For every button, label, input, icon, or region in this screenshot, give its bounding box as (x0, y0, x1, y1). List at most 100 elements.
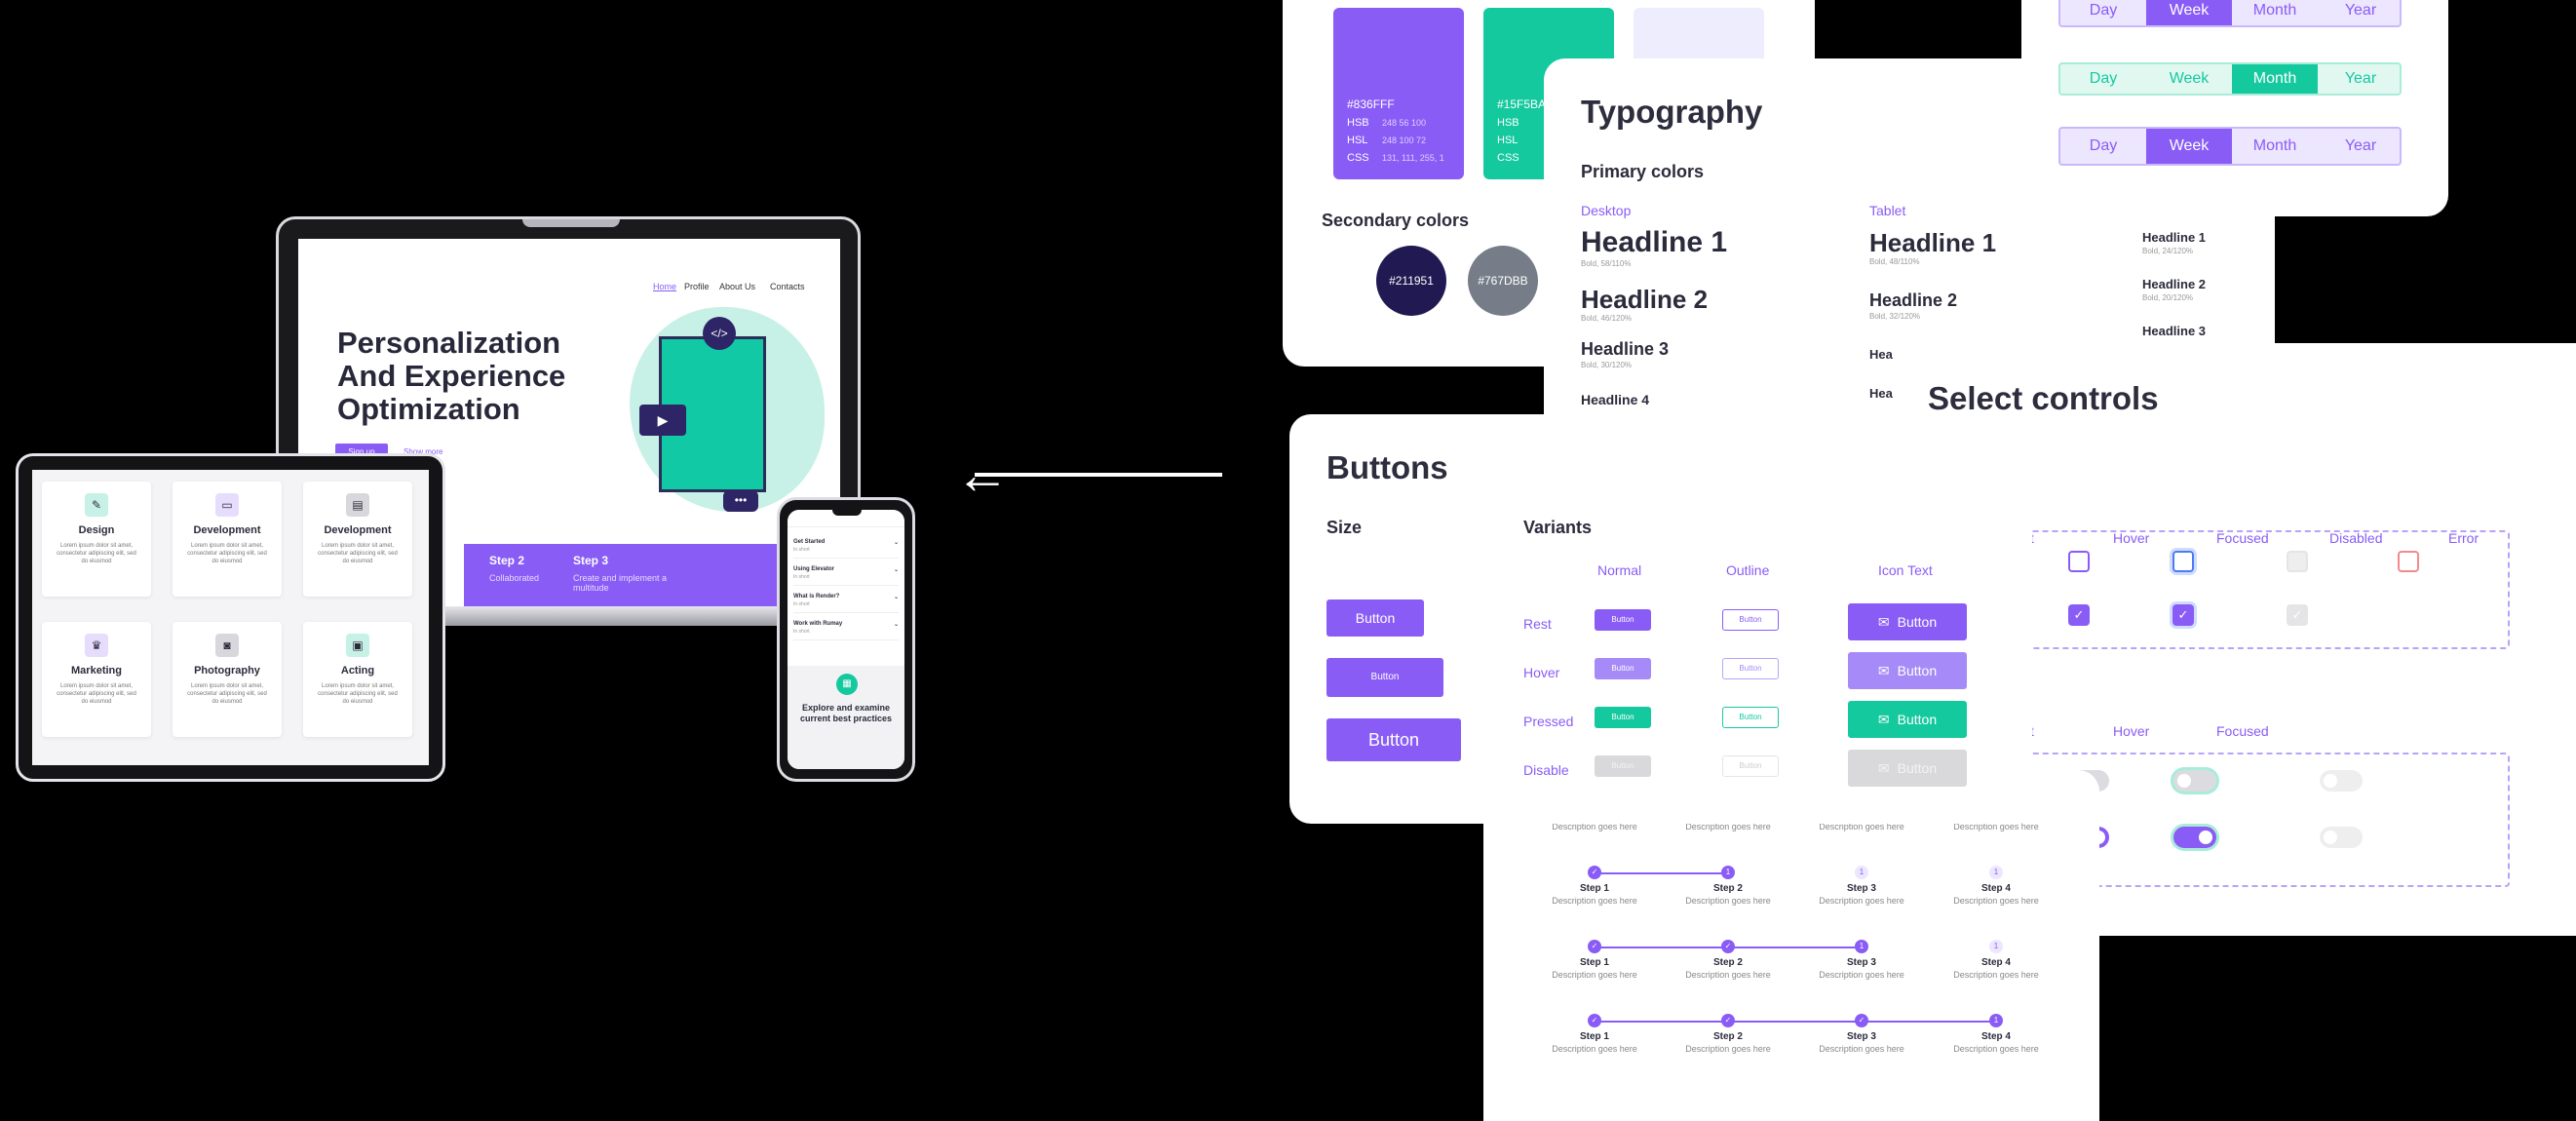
service-card-title: Photography (194, 665, 260, 676)
phone-list-item[interactable]: Using Elevator In short ⌄ (793, 562, 899, 586)
mail-icon: ✉ (1877, 760, 1890, 776)
phone-list-item[interactable]: Get Started In short ⌄ (793, 535, 899, 559)
normal-button-rest[interactable]: Button (1595, 609, 1651, 631)
icon-text-button-rest[interactable]: ✉ Button (1848, 603, 1967, 640)
arrow-line (975, 473, 1222, 477)
phone-item-sub: In short (793, 601, 810, 607)
calendar-icon[interactable]: ▦ (836, 674, 858, 695)
toggle-switch[interactable] (2173, 827, 2216, 848)
size-button[interactable]: Button (1326, 718, 1461, 761)
tab-year[interactable]: Year (2318, 64, 2403, 94)
mail-icon: ✉ (1877, 663, 1890, 678)
swatch-primary-css: 131, 111, 255, 1 (1382, 153, 1444, 163)
icon-text-button-pressed[interactable]: ✉ Button (1848, 701, 1967, 738)
size-button[interactable]: Button (1326, 658, 1443, 697)
hsb-label-2: HSB (1497, 117, 1519, 129)
typography-title: Typography (1581, 94, 1763, 130)
phone-list-item[interactable]: Work with Rumay In short ⌄ (793, 617, 899, 640)
service-card[interactable]: ▭ Development Lorem ipsum dolor sit amet, … (173, 482, 282, 597)
banner-step3-title: Step 3 (573, 554, 609, 567)
checkbox-unchecked[interactable] (2172, 551, 2194, 572)
outline-button-hover[interactable]: Button (1722, 658, 1779, 679)
check-icon: ✓ (1721, 1014, 1735, 1027)
segmented-control: Day Week Month Year (2058, 127, 2402, 166)
normal-button-disable[interactable]: Button (1595, 755, 1651, 777)
service-card[interactable]: ◙ Photography Lorem ipsum dolor sit amet, … (173, 622, 282, 737)
mail-icon: ✉ (1877, 614, 1890, 630)
service-card-title: Design (78, 524, 115, 536)
primary-colors-heading: Primary colors (1581, 162, 1705, 181)
nav-home[interactable]: Home (653, 282, 676, 291)
tab-day[interactable]: Day (2060, 129, 2146, 164)
tab-day[interactable]: Day (2060, 64, 2146, 94)
size-button[interactable]: Button (1326, 599, 1424, 637)
chevron-down-icon: ⌄ (893, 595, 899, 600)
stepper-step: ✓ Step 2 Description goes here (1660, 940, 1796, 980)
service-card[interactable]: ✎ Design Lorem ipsum dolor sit amet, conse… (42, 482, 151, 597)
tab-year[interactable]: Year (2318, 129, 2403, 164)
pencil-icon: ✎ (85, 493, 108, 517)
segmented-control: Day Week Month Year (2058, 0, 2402, 27)
desktop-headline: Headline 4 (1581, 392, 1650, 407)
phone-list-item[interactable]: What is Render? In short ⌄ (793, 590, 899, 613)
variant-row-label: Rest (1523, 616, 1552, 632)
service-card[interactable]: ▤ Development Lorem ipsum dolor sit amet, … (303, 482, 412, 597)
stepper-step: ✓ Step 1 Description goes here (1526, 866, 1663, 906)
outline-button-pressed[interactable]: Button (1722, 707, 1779, 728)
variant-row-label: Disable (1523, 762, 1569, 778)
phone-item-title: Using Elevator (793, 566, 835, 572)
chevron-down-icon: ⌄ (893, 540, 899, 546)
step-name: Step 3 (1846, 957, 1876, 968)
service-card[interactable]: ♛ Marketing Lorem ipsum dolor sit amet, co… (42, 622, 151, 737)
stepper-step: 1 Step 2 Description goes here (1660, 866, 1796, 906)
phone-caption: Explore and examine current best practic… (799, 703, 893, 723)
tab-day[interactable]: Day (2060, 0, 2146, 25)
check-icon: ✓ (1588, 940, 1601, 953)
toggle-col-focused: Focused (2216, 723, 2269, 739)
tab-month[interactable]: Month (2232, 129, 2318, 164)
phone-item-sub: In short (793, 547, 810, 553)
toggle-switch[interactable] (2173, 770, 2216, 792)
normal-button-hover[interactable]: Button (1595, 658, 1651, 679)
step-name: Step 2 (1712, 883, 1743, 894)
tab-week[interactable]: Week (2146, 0, 2232, 25)
checkbox-unchecked[interactable] (2068, 551, 2090, 572)
checkbox-checked[interactable]: ✓ (2287, 604, 2308, 626)
icon-text-button-disable[interactable]: ✉ Button (1848, 750, 1967, 787)
nav-about[interactable]: About Us (719, 282, 755, 291)
tabs-card: Day Week Month Year Day Week Month Year Day Week M… (2021, 0, 2448, 216)
step-description: Description goes here (1819, 970, 1904, 980)
tab-month[interactable]: Month (2232, 0, 2318, 25)
laptop-camera (522, 219, 620, 227)
service-card-text: Lorem ipsum dolor sit amet, consectetur … (57, 683, 136, 705)
checkbox-unchecked[interactable] (2287, 551, 2308, 572)
chevron-down-icon: ⌄ (893, 567, 899, 573)
nav-contacts[interactable]: Contacts (770, 282, 805, 291)
toggle-switch[interactable] (2320, 827, 2363, 848)
tab-week[interactable]: Week (2146, 129, 2232, 164)
nav-profile[interactable]: Profile (684, 282, 710, 291)
checkbox-checked[interactable]: ✓ (2172, 604, 2194, 626)
icon-text-button-hover[interactable]: ✉ Button (1848, 652, 1967, 689)
buttons-card: Buttons Size Variants Normal Outline Ico… (1289, 414, 2032, 824)
buttons-title: Buttons (1326, 449, 1448, 485)
check-icon: ✓ (1588, 1014, 1601, 1027)
secondary-colors-title: Secondary colors (1322, 211, 1470, 230)
phone-notch (832, 510, 862, 516)
checkbox-checked[interactable]: ✓ (2068, 604, 2090, 626)
play-icon: ▶ (639, 405, 686, 436)
tab-year[interactable]: Year (2318, 0, 2403, 25)
col-normal: Normal (1597, 562, 1642, 578)
outline-button-rest[interactable]: Button (1722, 609, 1779, 631)
service-card-title: Development (193, 524, 261, 536)
normal-button-pressed[interactable]: Button (1595, 707, 1651, 728)
stepper-step: ✓ Step 1 Description goes here (1526, 1014, 1663, 1054)
tab-week[interactable]: Week (2146, 64, 2232, 94)
tablet-label: Tablet (1869, 203, 1906, 218)
checkbox-unchecked[interactable] (2398, 551, 2419, 572)
step-description: Description goes here (1552, 970, 1637, 980)
tab-month[interactable]: Month (2232, 64, 2318, 94)
service-card[interactable]: ▣ Acting Lorem ipsum dolor sit amet, conse… (303, 622, 412, 737)
outline-button-disable[interactable]: Button (1722, 755, 1779, 777)
toggle-switch[interactable] (2320, 770, 2363, 792)
